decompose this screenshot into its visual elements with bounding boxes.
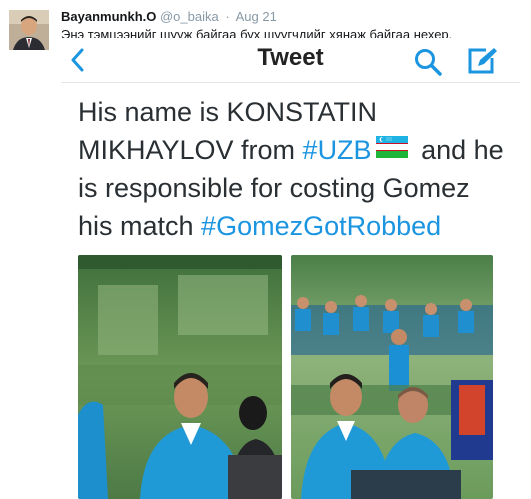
embedded-text-line-4: his match #GomezGotRobbed — [78, 208, 518, 246]
photo-right[interactable] — [291, 255, 493, 499]
line2-suffix: and he — [413, 134, 504, 165]
tweet-timestamp[interactable]: Aug 21 — [236, 9, 277, 24]
uzbekistan-flag-icon — [375, 131, 408, 169]
embedded-screenshot: Tweet His name is KONSTATIN MIKHAYLOV fr… — [61, 38, 520, 499]
photo-left[interactable] — [78, 255, 282, 499]
embedded-tweet-text: His name is KONSTATIN MIKHAYLOV from #UZ… — [78, 94, 518, 245]
embedded-text-line-2: MIKHAYLOV from #UZB and he — [78, 132, 518, 171]
embedded-text-line-3: is responsible for costing Gomez — [78, 173, 470, 204]
tweet-author-line: Bayanmunkh.O @o_baika · Aug 21 — [61, 9, 277, 24]
avatar[interactable] — [9, 10, 49, 50]
embedded-nav-title: Tweet — [257, 44, 324, 71]
handle[interactable]: @o_baika — [160, 9, 219, 24]
line2-prefix: MIKHAYLOV from — [78, 134, 303, 165]
display-name[interactable]: Bayanmunkh.O — [61, 9, 156, 24]
search-icon — [413, 47, 443, 82]
embedded-text-line-1: His name is KONSTATIN — [78, 97, 378, 127]
embedded-nav-bar: Tweet — [61, 38, 520, 83]
compose-icon — [466, 46, 498, 81]
separator-dot: · — [225, 9, 230, 24]
hashtag-uzb: #UZB — [302, 134, 372, 165]
line4-prefix: his match — [78, 210, 202, 241]
hashtag-gomezgotrobbed: #GomezGotRobbed — [201, 210, 442, 241]
